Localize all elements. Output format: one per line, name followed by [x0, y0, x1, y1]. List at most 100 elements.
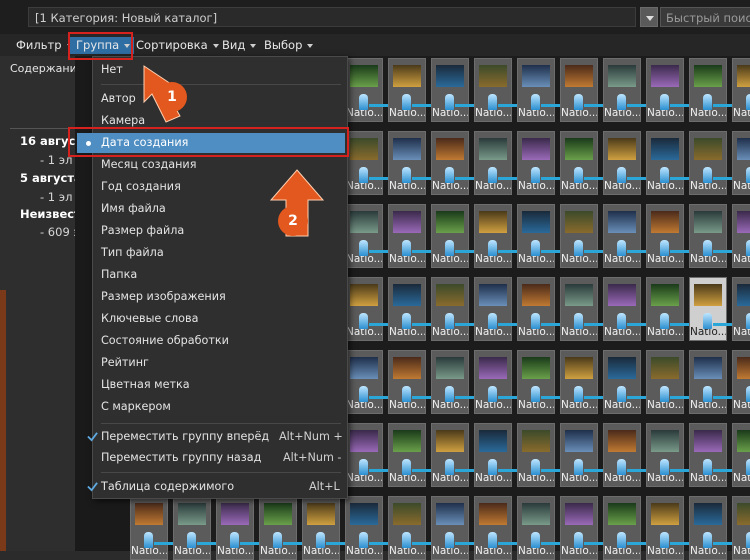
thumbnail-cell[interactable]: Natio... — [388, 423, 426, 487]
thumbnail-cell[interactable]: Natio... — [474, 131, 512, 195]
pin-icon — [746, 167, 750, 183]
thumbnail-cell[interactable]: Natio... — [431, 204, 469, 268]
thumbnail-cell[interactable]: Natio... — [431, 423, 469, 487]
thumbnail-cell[interactable]: Natio... — [732, 496, 750, 560]
thumbnail-cell[interactable]: Natio... — [345, 204, 383, 268]
thumbnail-cell[interactable]: Natio... — [603, 131, 641, 195]
thumbnail-cell[interactable]: Natio... — [732, 58, 750, 122]
thumbnail-cell[interactable]: Natio... — [431, 350, 469, 414]
menu-view[interactable]: Вид — [216, 37, 260, 54]
thumbnail-cell[interactable]: Natio... — [345, 131, 383, 195]
thumbnail-cell[interactable]: Natio... — [603, 423, 641, 487]
thumbnail-cell[interactable]: Natio... — [345, 277, 383, 341]
thumbnail-cell[interactable]: Natio... — [560, 350, 598, 414]
thumbnail-cell[interactable]: Natio... — [646, 204, 684, 268]
thumbnail-cell[interactable]: Natio... — [732, 131, 750, 195]
thumbnail-cell[interactable]: Natio... — [474, 423, 512, 487]
pin-icon — [617, 532, 626, 548]
thumbnail-cell[interactable]: Natio... — [560, 423, 598, 487]
thumbnail-cell[interactable]: Natio... — [646, 131, 684, 195]
thumbnail-cell[interactable]: Natio... — [517, 131, 555, 195]
thumbnail-cell[interactable]: Natio... — [388, 58, 426, 122]
thumbnail-cell[interactable]: Natio... — [517, 277, 555, 341]
thumbnail-cell[interactable]: Natio... — [431, 58, 469, 122]
thumbnail-cell[interactable]: Natio... — [560, 204, 598, 268]
thumbnail-cell[interactable]: Natio... — [689, 58, 727, 122]
menu-item-label: Размер файла — [101, 224, 185, 237]
thumbnail-cell[interactable]: Natio... — [732, 350, 750, 414]
pin-icon — [574, 386, 583, 402]
thumbnail-cell[interactable]: Natio... — [646, 350, 684, 414]
thumbnail-cell[interactable]: Natio... — [388, 350, 426, 414]
thumbnail-cell[interactable]: Natio... — [216, 496, 254, 560]
thumbnail-cell[interactable]: Natio... — [560, 277, 598, 341]
thumbnail-cell[interactable]: Natio... — [431, 496, 469, 560]
thumbnail-image — [436, 284, 464, 306]
quick-search-input[interactable]: Быстрый поиск — [660, 7, 750, 27]
thumbnail-cell[interactable]: Natio... — [560, 131, 598, 195]
thumbnail-cell[interactable]: Natio... — [474, 496, 512, 560]
pin-icon — [445, 240, 454, 256]
thumbnail-cell[interactable]: Natio... — [474, 277, 512, 341]
thumbnail-cell[interactable]: Natio... — [689, 204, 727, 268]
thumbnail-cell[interactable]: Natio... — [560, 58, 598, 122]
thumbnail-cell[interactable]: Natio... — [603, 277, 641, 341]
thumbnail-cell[interactable]: Natio... — [517, 496, 555, 560]
thumbnail-image — [651, 65, 679, 87]
thumbnail-cell[interactable]: Natio... — [259, 496, 297, 560]
thumbnail-cell[interactable]: Natio... — [603, 58, 641, 122]
thumbnail-cell[interactable]: Natio... — [517, 58, 555, 122]
thumbnail-cell[interactable]: Natio... — [689, 277, 727, 341]
thumbnail-cell[interactable]: Natio... — [689, 423, 727, 487]
pin-icon — [445, 313, 454, 329]
thumbnail-cell[interactable]: Natio... — [474, 58, 512, 122]
thumbnail-cell[interactable]: Natio... — [130, 496, 168, 560]
thumbnail-cell[interactable]: Natio... — [689, 350, 727, 414]
thumbnail-image — [651, 211, 679, 233]
thumbnail-cell[interactable]: Natio... — [474, 350, 512, 414]
thumbnail-cell[interactable]: Natio... — [302, 496, 340, 560]
thumbnail-cell[interactable]: Natio... — [517, 204, 555, 268]
thumbnail-cell[interactable]: Natio... — [345, 350, 383, 414]
thumbnail-cell[interactable]: Natio... — [345, 423, 383, 487]
thumbnail-cell[interactable]: Natio... — [732, 423, 750, 487]
thumbnail-cell[interactable]: Natio... — [431, 131, 469, 195]
thumbnail-cell[interactable]: Natio... — [689, 131, 727, 195]
catalog-breadcrumb[interactable]: [1 Категория: Новый каталог] — [28, 7, 636, 27]
pin-icon — [402, 459, 411, 475]
thumbnail-cell[interactable]: Natio... — [474, 204, 512, 268]
thumbnail-cell[interactable]: Natio... — [732, 277, 750, 341]
menu-item-table-of-contents[interactable]: Таблица содержимого Alt+L — [87, 477, 341, 497]
thumbnail-cell[interactable]: Natio... — [646, 423, 684, 487]
menu-item-move-group-forward[interactable]: Переместить группу вперёд Alt+Num + — [87, 427, 343, 447]
thumbnail-cell[interactable]: Natio... — [431, 277, 469, 341]
thumbnail-cell[interactable]: Natio... — [173, 496, 211, 560]
pin-icon — [746, 459, 750, 475]
thumbnail-cell[interactable]: Natio... — [646, 496, 684, 560]
menu-select[interactable]: Выбор — [258, 37, 317, 54]
thumbnail-cell[interactable]: Natio... — [646, 58, 684, 122]
toc-group-label[interactable]: 5 августа — [20, 171, 82, 185]
thumbnail-cell[interactable]: Natio... — [388, 131, 426, 195]
thumbnail-image — [651, 430, 679, 452]
thumbnail-cell[interactable]: Natio... — [345, 496, 383, 560]
menu-item-move-group-back[interactable]: Переместить группу назад Alt+Num - — [101, 448, 341, 468]
thumbnail-cell[interactable]: Natio... — [388, 496, 426, 560]
thumbnail-cell[interactable]: Natio... — [732, 204, 750, 268]
thumbnail-cell[interactable]: Natio... — [689, 496, 727, 560]
thumbnail-cell[interactable]: Natio... — [388, 204, 426, 268]
pin-icon — [488, 240, 497, 256]
thumbnail-cell[interactable]: Natio... — [345, 58, 383, 122]
thumbnail-cell[interactable]: Natio... — [603, 350, 641, 414]
search-dropdown-button[interactable] — [640, 7, 658, 27]
thumbnail-cell[interactable]: Natio... — [646, 277, 684, 341]
thumbnail-cell[interactable]: Natio... — [603, 496, 641, 560]
thumbnail-cell[interactable]: Natio... — [517, 350, 555, 414]
thumbnail-cell[interactable]: Natio... — [517, 423, 555, 487]
menu-filter[interactable]: Фильтр — [10, 37, 77, 54]
thumbnail-cell[interactable]: Natio... — [560, 496, 598, 560]
thumbnail-cell[interactable]: Natio... — [388, 277, 426, 341]
menu-item-label: Имя файла — [101, 202, 166, 215]
menu-sort[interactable]: Сортировка — [130, 37, 223, 54]
thumbnail-cell[interactable]: Natio... — [603, 204, 641, 268]
